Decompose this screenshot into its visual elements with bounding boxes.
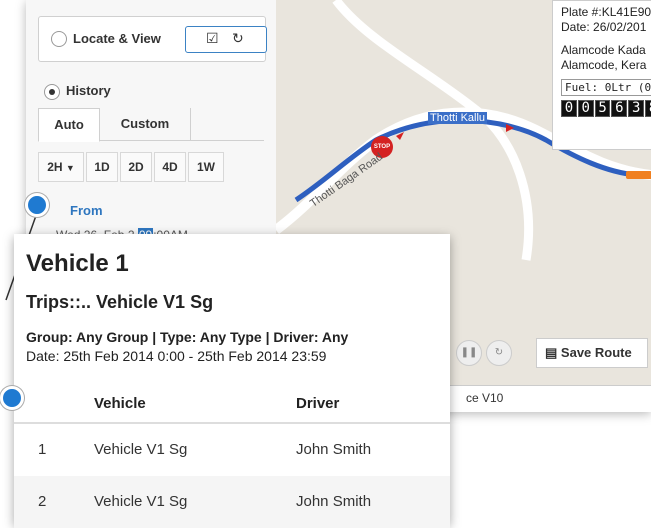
column-header-driver: Driver [296, 395, 340, 412]
popup-date-range: Date: 25th Feb 2014 0:00 - 25th Feb 2014… [26, 348, 327, 364]
popup-filter-summary: Group: Any Group | Type: Any Type | Driv… [26, 329, 349, 345]
callout-dot-bottom [0, 386, 24, 410]
callout-dot-top [25, 193, 49, 217]
popup-title: Vehicle 1 [26, 250, 129, 277]
row-index: 2 [38, 493, 47, 510]
column-header-vehicle: Vehicle [94, 395, 146, 412]
table-row[interactable]: 1 Vehicle V1 Sg John Smith [14, 424, 450, 476]
row-driver: John Smith [296, 441, 372, 458]
table-header: Vehicle Driver [14, 384, 450, 424]
row-index: 1 [38, 441, 47, 458]
row-driver: John Smith [296, 493, 372, 510]
trips-popup: Vehicle 1 Trips::.. Vehicle V1 Sg Group:… [14, 234, 450, 528]
popup-subtitle: Trips::.. Vehicle V1 Sg [26, 292, 214, 312]
table-row[interactable]: 2 Vehicle V1 Sg John Smith [14, 476, 450, 528]
row-vehicle: Vehicle V1 Sg [94, 441, 188, 458]
row-vehicle: Vehicle V1 Sg [94, 493, 188, 510]
